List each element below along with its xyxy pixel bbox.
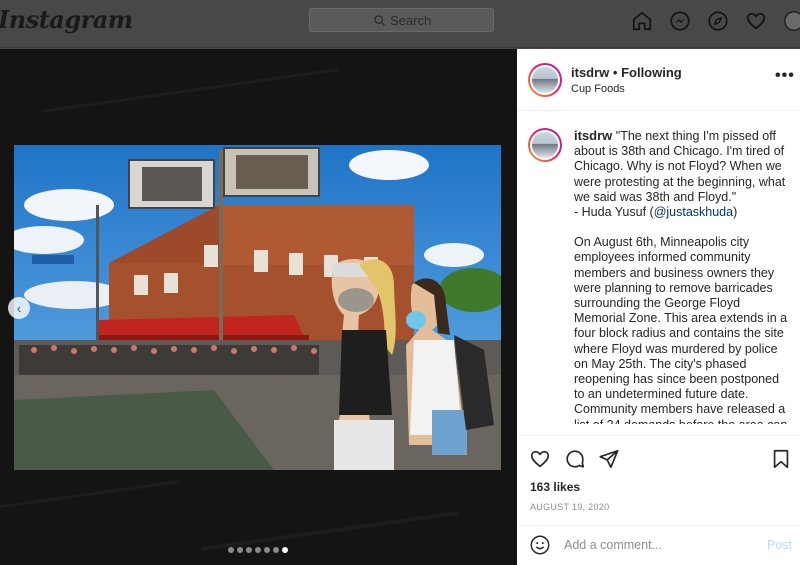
save-bookmark-icon[interactable]: [770, 448, 792, 470]
follow-separator: •: [609, 65, 622, 80]
search-input[interactable]: Search: [390, 13, 431, 28]
like-heart-icon[interactable]: [529, 448, 551, 470]
post-details-panel: itsdrw • Following Cup Foods ••• itsdrw …: [517, 49, 800, 565]
profile-avatar-icon[interactable]: [783, 10, 800, 32]
carousel-dot: [264, 547, 270, 553]
caption-username[interactable]: itsdrw: [574, 128, 612, 143]
carousel-dot: [255, 547, 261, 553]
home-icon[interactable]: [631, 10, 653, 32]
explore-compass-icon[interactable]: [707, 10, 729, 32]
heart-activity-icon[interactable]: [745, 10, 767, 32]
comment-bubble-icon[interactable]: [564, 448, 586, 470]
backdrop-texture: [41, 68, 339, 113]
messenger-icon[interactable]: [669, 10, 691, 32]
share-paper-plane-icon[interactable]: [598, 448, 620, 470]
emoji-smile-icon[interactable]: [529, 534, 551, 556]
header-user-line: itsdrw • Following: [571, 65, 682, 80]
post-header: itsdrw • Following Cup Foods •••: [517, 49, 800, 111]
post-comment-button[interactable]: Post: [767, 538, 792, 552]
post-actions: 163 likes AUGUST 19, 2020 Add a comment.…: [517, 435, 800, 565]
more-options-icon[interactable]: •••: [775, 67, 795, 85]
street-scene-image: [14, 145, 501, 470]
backdrop-texture: [0, 480, 180, 511]
mention-link[interactable]: @justaskhuda: [654, 205, 733, 219]
following-button[interactable]: Following: [621, 65, 682, 80]
carousel-indicator: [228, 547, 288, 553]
caption-author-avatar[interactable]: [528, 128, 562, 162]
caption-text: itsdrw "The next thing I'm pissed off ab…: [574, 128, 792, 424]
caption-attribution-suffix: ): [733, 205, 738, 220]
post-photo[interactable]: [14, 145, 501, 470]
comment-input[interactable]: Add a comment...: [564, 538, 662, 552]
top-navigation-bar: Instagram Search: [0, 0, 800, 48]
carousel-dot: [273, 547, 279, 553]
carousel-dot-active: [282, 547, 288, 553]
caption-body: On August 6th, Minneapolis city employee…: [574, 235, 788, 424]
likes-count[interactable]: 163 likes: [530, 480, 580, 494]
location-link[interactable]: Cup Foods: [571, 83, 625, 95]
carousel-prev-button[interactable]: ‹: [8, 297, 30, 319]
author-avatar[interactable]: [528, 63, 562, 97]
comment-form: Add a comment... Post: [517, 525, 800, 565]
carousel-dot: [228, 547, 234, 553]
caption-scroll-area[interactable]: itsdrw "The next thing I'm pissed off ab…: [517, 112, 800, 424]
post-date[interactable]: AUGUST 19, 2020: [530, 502, 609, 512]
search-box[interactable]: Search: [309, 8, 494, 32]
caption-attribution-prefix: - Huda Yusuf (: [574, 205, 654, 220]
author-username[interactable]: itsdrw: [571, 65, 609, 80]
instagram-logo[interactable]: Instagram: [0, 5, 133, 34]
carousel-dot: [246, 547, 252, 553]
carousel-dot: [237, 547, 243, 553]
search-icon: [374, 15, 386, 27]
backdrop-texture: [200, 510, 460, 552]
